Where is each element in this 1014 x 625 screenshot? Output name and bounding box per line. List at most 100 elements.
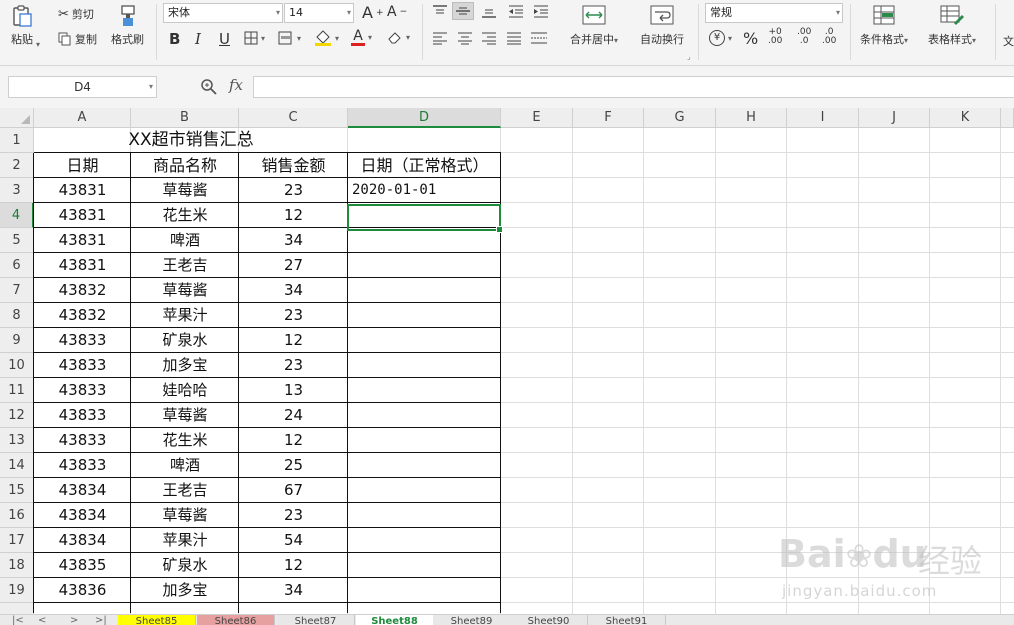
table-cell[interactable]: 王老吉 xyxy=(131,478,239,503)
decrease-indent-button[interactable] xyxy=(508,4,524,18)
table-cell[interactable]: 啤酒 xyxy=(131,228,239,253)
table-cell[interactable]: 43834 xyxy=(34,528,131,553)
table-cell[interactable]: 43831 xyxy=(34,203,131,228)
column-header-g[interactable]: G xyxy=(644,108,716,128)
table-cell[interactable]: 草莓酱 xyxy=(131,503,239,528)
row-header-1[interactable]: 1 xyxy=(0,128,34,153)
table-cell[interactable]: 43835 xyxy=(34,553,131,578)
percent-button[interactable]: % xyxy=(743,29,758,48)
row-header-10[interactable]: 10 xyxy=(0,353,34,378)
column-header-b[interactable]: B xyxy=(131,108,239,128)
table-cell[interactable]: 43833 xyxy=(34,328,131,353)
cut-button[interactable]: ✂ 剪切 xyxy=(58,6,94,22)
font-color-button[interactable]: A ▾ xyxy=(351,29,372,46)
dialog-launcher-icon[interactable]: ⌟ xyxy=(687,52,691,61)
column-header-a[interactable]: A xyxy=(34,108,131,128)
row-header-19[interactable]: 19 xyxy=(0,578,34,603)
row-header-14[interactable]: 14 xyxy=(0,453,34,478)
table-cell[interactable]: 43831 xyxy=(34,253,131,278)
insert-function-button[interactable]: fx xyxy=(229,76,243,94)
column-header-e[interactable]: E xyxy=(501,108,573,128)
formula-input[interactable] xyxy=(253,76,1014,98)
increase-decimal-button[interactable]: +0.00 xyxy=(768,28,782,46)
table-cell[interactable]: 43832 xyxy=(34,278,131,303)
sheet-tab[interactable]: Sheet85 xyxy=(118,615,196,625)
table-cell[interactable]: 43831 xyxy=(34,178,131,203)
table-cell[interactable]: 24 xyxy=(239,403,348,428)
copy-button[interactable]: 复制 xyxy=(58,31,97,47)
row-header-11[interactable]: 11 xyxy=(0,378,34,403)
table-cell[interactable]: 43831 xyxy=(34,228,131,253)
underline-button[interactable]: U xyxy=(219,30,230,48)
column-header-j[interactable]: J xyxy=(859,108,930,128)
distributed-align-button[interactable] xyxy=(530,31,548,45)
sheet-tab[interactable]: Sheet86 xyxy=(197,615,275,625)
wrap-text-button[interactable]: 自动换行 xyxy=(640,5,684,47)
last-sheet-icon[interactable]: >| xyxy=(95,615,107,625)
italic-button[interactable]: I xyxy=(195,30,201,48)
row-header-18[interactable]: 18 xyxy=(0,553,34,578)
table-cell[interactable]: 王老吉 xyxy=(131,253,239,278)
table-cell[interactable]: 43833 xyxy=(34,403,131,428)
table-cell[interactable]: 34 xyxy=(239,228,348,253)
row-header-6[interactable]: 6 xyxy=(0,253,34,278)
bold-button[interactable]: B xyxy=(169,30,180,48)
align-center-button[interactable] xyxy=(457,31,473,45)
table-cell[interactable]: 12 xyxy=(239,428,348,453)
name-box[interactable]: D4 ▾ xyxy=(8,76,157,98)
row-header-16[interactable]: 16 xyxy=(0,503,34,528)
sheet-tab[interactable]: Sheet87 xyxy=(277,615,355,625)
align-middle-button[interactable] xyxy=(452,2,474,20)
header-cell[interactable]: 商品名称 xyxy=(131,153,239,178)
row-header-9[interactable]: 9 xyxy=(0,328,34,353)
active-cell-selection[interactable] xyxy=(347,204,503,233)
table-cell[interactable]: 矿泉水 xyxy=(131,553,239,578)
font-size-select[interactable]: 14 ▾ xyxy=(284,3,354,23)
table-cell[interactable]: 43834 xyxy=(34,503,131,528)
table-cell[interactable]: 12 xyxy=(239,203,348,228)
number-format-select[interactable]: 常规 ▾ xyxy=(705,3,843,23)
row-header-15[interactable]: 15 xyxy=(0,478,34,503)
table-cell[interactable]: 2020-01-01 xyxy=(348,178,501,203)
sheet-tab[interactable]: Sheet88 xyxy=(356,615,434,625)
fill-color-button[interactable]: ▾ xyxy=(314,29,339,47)
increase-indent-button[interactable] xyxy=(533,4,549,18)
table-cell[interactable]: 43833 xyxy=(34,378,131,403)
table-cell[interactable]: 草莓酱 xyxy=(131,278,239,303)
align-top-button[interactable] xyxy=(432,4,448,18)
header-cell[interactable]: 日期 xyxy=(34,153,131,178)
align-bottom-button[interactable] xyxy=(481,4,497,18)
column-header-overflow[interactable] xyxy=(1001,108,1014,128)
row-header-7[interactable]: 7 xyxy=(0,278,34,303)
merge-center-button[interactable]: 合并居中▾ xyxy=(570,5,618,47)
clear-format-button[interactable]: ▾ xyxy=(387,30,410,44)
table-cell[interactable]: 矿泉水 xyxy=(131,328,239,353)
row-header-13[interactable]: 13 xyxy=(0,428,34,453)
table-cell[interactable]: 27 xyxy=(239,253,348,278)
table-cell[interactable]: 54 xyxy=(239,528,348,553)
column-header-f[interactable]: F xyxy=(573,108,644,128)
table-cell[interactable]: 43836 xyxy=(34,578,131,603)
text-tools-button[interactable]: 文 xyxy=(1003,33,1014,49)
column-header-i[interactable]: I xyxy=(787,108,859,128)
row-header-partial[interactable] xyxy=(0,603,34,614)
justify-button[interactable] xyxy=(506,31,522,45)
table-cell[interactable]: 娃哈哈 xyxy=(131,378,239,403)
conditional-format-button[interactable]: 条件格式▾ xyxy=(860,5,908,47)
table-cell[interactable]: 25 xyxy=(239,453,348,478)
sheet-tab[interactable]: Sheet89 xyxy=(433,615,511,625)
table-cell[interactable]: 23 xyxy=(239,503,348,528)
align-left-button[interactable] xyxy=(432,31,448,45)
table-cell[interactable]: 花生米 xyxy=(131,428,239,453)
font-name-select[interactable]: 宋体 ▾ xyxy=(163,3,283,23)
paste-dropdown-icon[interactable]: ▾ xyxy=(36,40,40,49)
currency-button[interactable]: ¥ ▾ xyxy=(709,30,732,46)
column-header-h[interactable]: H xyxy=(716,108,787,128)
column-header-c[interactable]: C xyxy=(239,108,348,128)
header-cell[interactable]: 日期（正常格式） xyxy=(348,153,501,178)
sheet-title-cell[interactable]: XX超市销售汇总 xyxy=(34,128,348,153)
increase-font-button[interactable]: A + xyxy=(362,3,384,22)
table-cell[interactable]: 苹果汁 xyxy=(131,303,239,328)
table-cell[interactable]: 加多宝 xyxy=(131,353,239,378)
paste-button[interactable]: 粘贴 xyxy=(10,4,34,47)
